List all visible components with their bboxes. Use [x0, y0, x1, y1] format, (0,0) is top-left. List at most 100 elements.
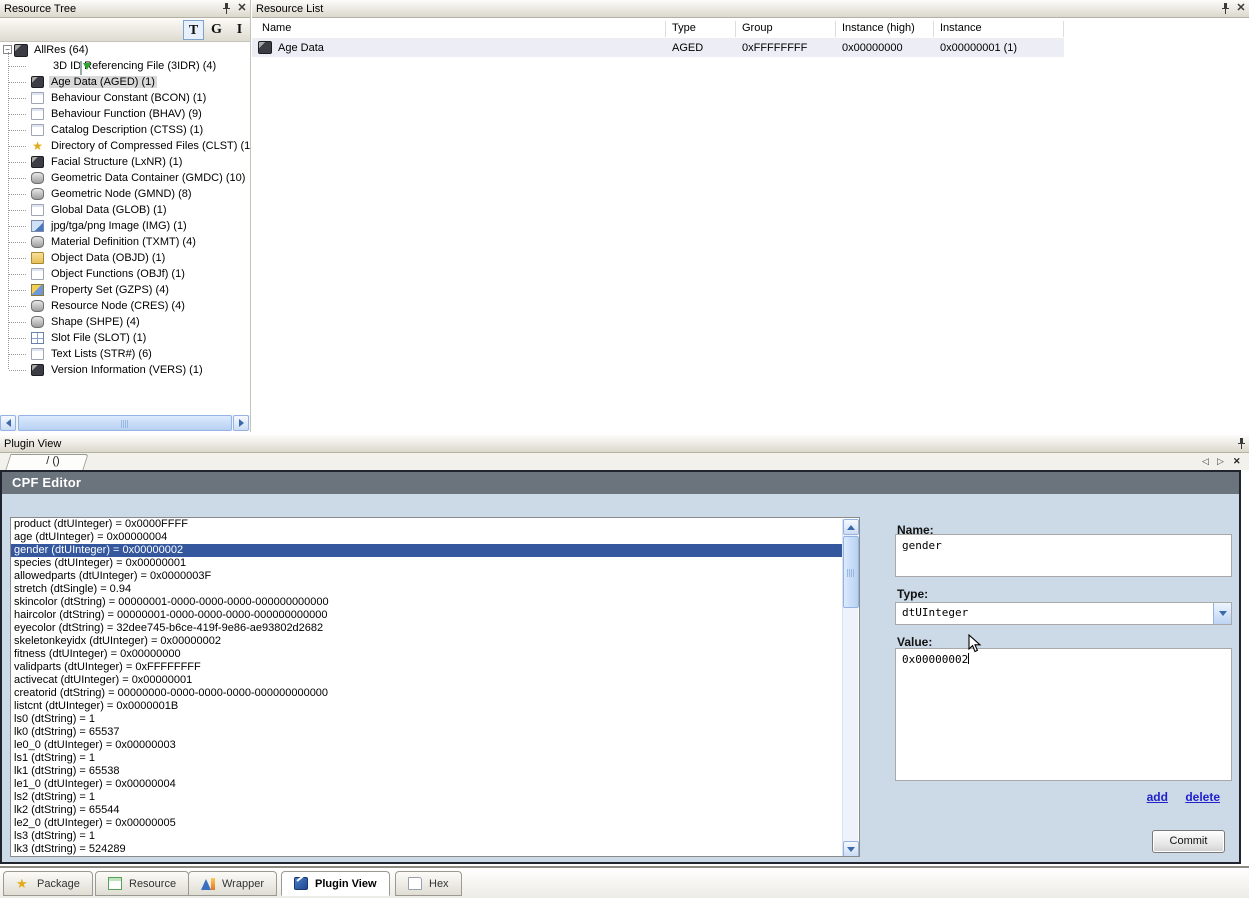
pin-icon[interactable] — [218, 2, 234, 16]
tab-resource[interactable]: Resource — [95, 871, 190, 896]
tab-package[interactable]: Package — [3, 871, 93, 896]
cell-name: Age Data — [278, 42, 324, 54]
scroll-down-icon[interactable] — [843, 841, 859, 856]
cpf-property[interactable]: species (dtUInteger) = 0x00000001 — [11, 557, 859, 570]
cpf-property[interactable]: ls2 (dtString) = 1 — [11, 791, 859, 804]
cpf-property-selected[interactable]: gender (dtUInteger) = 0x00000002 — [11, 544, 859, 557]
cpf-property[interactable]: eyecolor (dtString) = 32dee745-b6ce-419f… — [11, 622, 859, 635]
tree-item-bhav[interactable]: Behaviour Function (BHAV) (9) — [0, 106, 250, 122]
tab-wrapper[interactable]: Wrapper — [188, 871, 277, 896]
cpf-property[interactable]: le2_0 (dtUInteger) = 0x00000005 — [11, 817, 859, 830]
cpf-property[interactable]: lk2 (dtString) = 65544 — [11, 804, 859, 817]
cpf-list-scrollbar[interactable] — [842, 519, 859, 856]
cpf-property[interactable]: le1_0 (dtUInteger) = 0x00000004 — [11, 778, 859, 791]
cpf-property[interactable]: lk3 (dtString) = 524289 — [11, 843, 859, 856]
tab-plugin-view[interactable]: Plugin View — [281, 871, 390, 896]
cpf-property[interactable]: ls1 (dtString) = 1 — [11, 752, 859, 765]
tree-item-gmnd[interactable]: Geometric Node (GMND) (8) — [0, 186, 250, 202]
tab-scroll-right-icon[interactable]: ▷ — [1217, 456, 1224, 467]
scroll-right-icon[interactable] — [233, 415, 249, 431]
tree-item-img[interactable]: jpg/tga/png Image (IMG) (1) — [0, 218, 250, 234]
cpf-property[interactable]: product (dtUInteger) = 0x0000FFFF — [11, 518, 859, 531]
tree-root-allres[interactable]: − AllRes (64) — [0, 42, 250, 58]
tree-item-cres[interactable]: Resource Node (CRES) (4) — [0, 298, 250, 314]
tree-item-ctss[interactable]: Catalog Description (CTSS) (1) — [0, 122, 250, 138]
cpf-property[interactable]: skeletonkeyidx (dtUInteger) = 0x00000002 — [11, 635, 859, 648]
tab-scroll-left-icon[interactable]: ◁ — [1202, 456, 1209, 467]
tree-item-clst[interactable]: Directory of Compressed Files (CLST) (1) — [0, 138, 250, 154]
cpf-property[interactable]: lk0 (dtString) = 65537 — [11, 726, 859, 739]
tree-item-gmdc[interactable]: Geometric Data Container (GMDC) (10) — [0, 170, 250, 186]
cpf-property[interactable]: ls0 (dtString) = 1 — [11, 713, 859, 726]
cpf-property[interactable]: fitness (dtUInteger) = 0x00000000 — [11, 648, 859, 661]
close-icon[interactable]: ✕ — [1233, 2, 1249, 16]
tree-item-vers[interactable]: Version Information (VERS) (1) — [0, 362, 250, 378]
plugin-view-icon — [294, 877, 308, 890]
tree-item-3idr[interactable]: 3D ID Referencing File (3IDR) (4) — [0, 58, 250, 75]
cpf-property[interactable]: creatorid (dtString) = 00000000-0000-000… — [11, 687, 859, 700]
scroll-left-icon[interactable] — [0, 415, 16, 431]
tree-item-txmt[interactable]: Material Definition (TXMT) (4) — [0, 234, 250, 250]
name-field[interactable]: gender — [895, 534, 1232, 577]
tree-item-shpe[interactable]: Shape (SHPE) (4) — [0, 314, 250, 330]
cpf-property[interactable]: listcnt (dtUInteger) = 0x0000001B — [11, 700, 859, 713]
scrollbar-thumb[interactable] — [18, 415, 232, 431]
pin-icon[interactable] — [1233, 437, 1249, 451]
tree-item-str[interactable]: Text Lists (STR#) (6) — [0, 346, 250, 362]
image-icon — [31, 220, 44, 232]
tree-horizontal-scrollbar[interactable] — [0, 415, 250, 431]
tree-item-gzps[interactable]: Property Set (GZPS) (4) — [0, 282, 250, 298]
hex-icon — [408, 877, 422, 890]
cube-icon — [31, 76, 44, 88]
tab-close-icon[interactable]: ✕ — [1233, 456, 1241, 467]
tab-hex[interactable]: Hex — [395, 871, 462, 896]
tree-item-glob[interactable]: Global Data (GLOB) (1) — [0, 202, 250, 218]
column-name[interactable]: Name — [262, 22, 291, 34]
resource-list-title: Resource List — [256, 2, 324, 15]
filter-group-button[interactable]: G — [206, 20, 227, 40]
tree-item-bcon[interactable]: Behaviour Constant (BCON) (1) — [0, 90, 250, 106]
tree-item-slot[interactable]: Slot File (SLOT) (1) — [0, 330, 250, 346]
cube-icon — [14, 44, 28, 57]
cell-group: 0xFFFFFFFF — [742, 42, 808, 54]
cpf-property[interactable]: validparts (dtUInteger) = 0xFFFFFFFF — [11, 661, 859, 674]
pin-icon[interactable] — [1217, 2, 1233, 16]
commit-button[interactable]: Commit — [1152, 830, 1225, 853]
cpf-property[interactable]: activecat (dtUInteger) = 0x00000001 — [11, 674, 859, 687]
tree-item-lxnr[interactable]: Facial Structure (LxNR) (1) — [0, 154, 250, 170]
document-icon — [31, 348, 44, 360]
wrapper-icon — [201, 877, 215, 890]
resource-row-age-data[interactable]: Age Data AGED 0xFFFFFFFF 0x00000000 0x00… — [252, 39, 1064, 57]
tree-children: 3D ID Referencing File (3IDR) (4) Age Da… — [0, 52, 250, 378]
cpf-property[interactable]: allowedparts (dtUInteger) = 0x0000003F — [11, 570, 859, 583]
property-links: add delete — [1133, 790, 1220, 804]
scroll-up-icon[interactable] — [843, 519, 859, 535]
column-group[interactable]: Group — [742, 22, 773, 34]
cpf-property[interactable]: haircolor (dtString) = 00000001-0000-000… — [11, 609, 859, 622]
add-link[interactable]: add — [1147, 790, 1168, 804]
value-field[interactable]: 0x00000002 — [895, 648, 1232, 781]
column-instance[interactable]: Instance — [940, 22, 982, 34]
cpf-property[interactable]: skincolor (dtString) = 00000001-0000-000… — [11, 596, 859, 609]
column-instance-high[interactable]: Instance (high) — [842, 22, 915, 34]
type-dropdown[interactable]: dtUInteger — [895, 602, 1232, 625]
tree-item-aged[interactable]: Age Data (AGED) (1) — [0, 74, 250, 90]
cpf-property[interactable]: lk1 (dtString) = 65538 — [11, 765, 859, 778]
chevron-down-icon[interactable] — [1213, 603, 1231, 624]
column-type[interactable]: Type — [672, 22, 696, 34]
tree-item-objf[interactable]: Object Functions (OBJf) (1) — [0, 266, 250, 282]
scrollbar-thumb[interactable] — [843, 536, 859, 608]
cpf-property[interactable]: le0_0 (dtUInteger) = 0x00000003 — [11, 739, 859, 752]
tree-item-objd[interactable]: Object Data (OBJD) (1) — [0, 250, 250, 266]
cpf-property[interactable]: ls3 (dtString) = 1 — [11, 830, 859, 843]
cpf-property-list[interactable]: product (dtUInteger) = 0x0000FFFF age (d… — [10, 517, 860, 857]
delete-link[interactable]: delete — [1185, 790, 1220, 804]
cpf-property[interactable]: age (dtUInteger) = 0x00000004 — [11, 531, 859, 544]
close-icon[interactable]: ✕ — [234, 2, 250, 16]
tab-label: Plugin View — [315, 877, 377, 890]
cpf-editor-title: CPF Editor — [2, 472, 1239, 494]
filter-instance-button[interactable]: I — [229, 20, 250, 40]
cpf-property[interactable]: stretch (dtSingle) = 0.94 — [11, 583, 859, 596]
filter-type-button[interactable]: T — [183, 20, 204, 40]
star-icon — [31, 140, 44, 152]
